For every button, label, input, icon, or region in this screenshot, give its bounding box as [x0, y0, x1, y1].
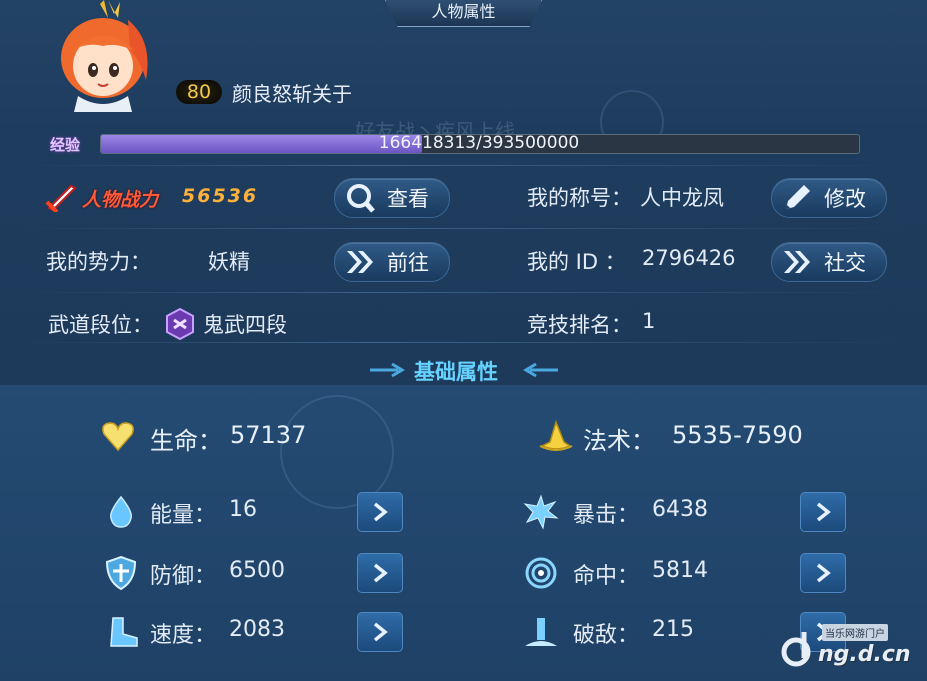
sword-icon: [45, 184, 77, 212]
title-label: 我的称号：: [527, 186, 632, 210]
section-title: 基础属性: [414, 360, 498, 384]
boot-icon: [110, 617, 138, 647]
rank-label: 武道段位：: [48, 313, 153, 337]
magic-value: 5535-7590: [672, 421, 803, 449]
id-label: 我的 ID ：: [527, 250, 626, 274]
title-value: 人中龙凤: [640, 186, 724, 210]
double-arrow-icon: [784, 251, 810, 273]
magic-label: 法术：: [583, 427, 655, 455]
break-value: 215: [652, 617, 694, 642]
double-arrow-icon: [347, 251, 373, 273]
watermark-logo: [781, 632, 811, 667]
arena-rank-value: 1: [642, 309, 656, 333]
hit-detail-button[interactable]: [800, 553, 846, 593]
character-attributes-panel: 人物属性 80 颜良怒斩关于 好友战丶疾风上线 经验 166418313/393…: [0, 0, 927, 681]
watermark-small-text: 当乐网游门户: [822, 624, 888, 641]
hit-value: 5814: [652, 558, 708, 583]
id-value: 2796426: [642, 246, 736, 270]
target-icon: [525, 557, 557, 589]
divider: [20, 292, 907, 293]
avatar[interactable]: [48, 0, 158, 112]
energy-detail-button[interactable]: [357, 492, 403, 532]
player-name: 颜良怒斩关于: [232, 82, 352, 106]
speed-label: 速度：: [150, 623, 217, 648]
speed-detail-button[interactable]: [357, 612, 403, 652]
burst-icon: [523, 494, 559, 530]
goto-button-label: 前往: [387, 251, 429, 275]
social-button[interactable]: 社交: [771, 242, 887, 282]
chevron-right-icon: [816, 502, 831, 522]
drop-icon: [109, 495, 133, 528]
power-value: 56536: [182, 185, 259, 207]
hp-label: 生命：: [150, 427, 222, 455]
exp-value: 166418313/393500000: [378, 133, 580, 153]
rank-value: 鬼武四段: [203, 313, 287, 337]
chevron-right-icon: [373, 622, 388, 642]
chevron-right-icon: [373, 502, 388, 522]
rank-badge-icon: [166, 308, 194, 340]
social-button-label: 社交: [824, 251, 866, 275]
crit-detail-button[interactable]: [800, 492, 846, 532]
edit-button-label: 修改: [824, 187, 866, 211]
wizard-hat-icon: [539, 419, 573, 451]
shield-icon: [105, 555, 137, 591]
hp-value: 57137: [230, 421, 307, 449]
ornament-right-icon: [523, 362, 558, 378]
hit-label: 命中：: [573, 564, 640, 589]
defense-detail-button[interactable]: [357, 553, 403, 593]
heart-icon: [102, 422, 134, 452]
view-icon: [347, 184, 375, 213]
view-button[interactable]: 查看: [334, 178, 450, 218]
divider: [20, 165, 907, 166]
window-title: 人物属性: [385, 0, 542, 27]
crit-label: 暴击：: [573, 503, 640, 528]
defense-label: 防御：: [150, 564, 217, 589]
ornament-left-icon: [370, 362, 405, 378]
break-label: 破敌：: [573, 623, 640, 648]
view-button-label: 查看: [387, 187, 429, 211]
divider: [20, 342, 907, 343]
exp-label: 经验: [50, 136, 81, 154]
level-badge: 80: [176, 80, 222, 104]
pen-icon: [786, 185, 810, 209]
goto-button[interactable]: 前往: [334, 242, 450, 282]
watermark-text: ng.d.cn: [818, 642, 911, 667]
defense-value: 6500: [229, 558, 285, 583]
arena-rank-label: 竞技排名：: [527, 313, 632, 337]
power-label: 人物战力: [82, 189, 159, 211]
chevron-right-icon: [373, 563, 388, 583]
speed-value: 2083: [229, 617, 285, 642]
faction-label: 我的势力：: [46, 250, 151, 274]
faction-value: 妖精: [208, 250, 250, 274]
chevron-right-icon: [816, 563, 831, 583]
energy-label: 能量：: [150, 503, 217, 528]
fountain-icon: [525, 618, 557, 646]
energy-value: 16: [229, 497, 257, 522]
edit-button[interactable]: 修改: [771, 178, 887, 218]
crit-value: 6438: [652, 497, 708, 522]
divider: [20, 228, 907, 229]
